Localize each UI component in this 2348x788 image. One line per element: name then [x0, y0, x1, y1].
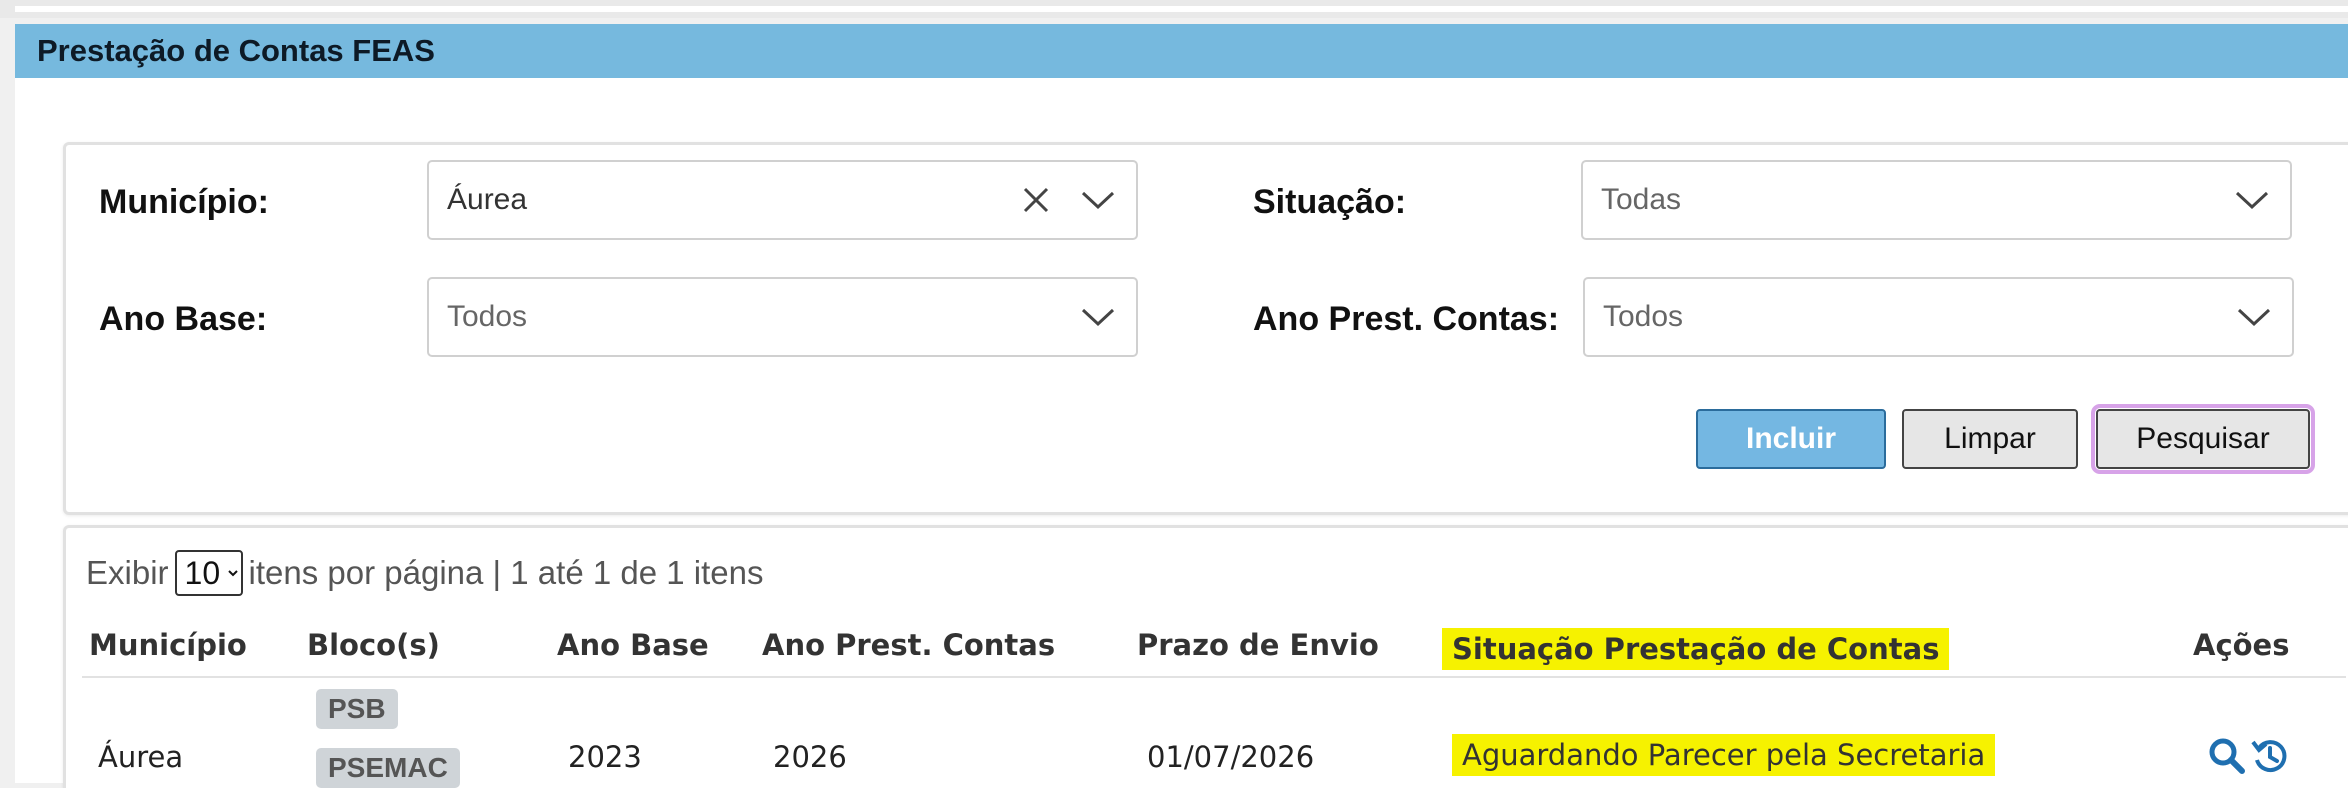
chevron-down-icon[interactable] — [1080, 306, 1116, 328]
top-strip-inner — [15, 6, 2348, 12]
pesquisar-button[interactable]: Pesquisar — [2091, 404, 2315, 474]
search-icon[interactable] — [2207, 736, 2247, 776]
column-header-blocos[interactable]: Bloco(s) — [307, 628, 440, 662]
page-title: Prestação de Contas FEAS — [37, 33, 435, 68]
pagination-prefix: Exibir — [86, 554, 169, 591]
bloco-badge: PSB — [316, 689, 398, 729]
ano-base-select[interactable]: Todos — [427, 277, 1138, 357]
limpar-button[interactable]: Limpar — [1902, 409, 2078, 469]
situacao-select-value: Todas — [1601, 183, 1682, 216]
situacao-select[interactable]: Todas — [1581, 160, 2292, 240]
page-content: Município: Áurea Situação: Todas Ano Bas… — [15, 78, 2348, 788]
ano-base-select-value: Todos — [447, 300, 528, 333]
pagination-summary: itens por página | 1 até 1 de 1 itens — [248, 554, 764, 591]
cell-ano-base: 2023 — [568, 740, 642, 774]
column-header-acoes: Ações — [2193, 628, 2290, 662]
municipio-label: Município: — [99, 183, 269, 221]
bloco-badge: PSEMAC — [316, 748, 460, 788]
column-header-ano-prest-contas[interactable]: Ano Prest. Contas — [762, 628, 1055, 662]
chevron-down-icon[interactable] — [2234, 189, 2270, 211]
clear-icon[interactable] — [1021, 185, 1051, 215]
cell-ano-prest-contas: 2026 — [773, 740, 847, 774]
results-panel: Exibir 10 itens por página | 1 até 1 de … — [63, 525, 2348, 788]
cell-prazo-envio: 01/07/2026 — [1147, 740, 1315, 774]
ano-base-label: Ano Base: — [99, 300, 268, 338]
column-header-municipio[interactable]: Município — [89, 628, 247, 662]
items-per-page-select[interactable]: 10 — [174, 550, 243, 596]
incluir-button[interactable]: Incluir — [1696, 409, 1886, 469]
municipio-select[interactable]: Áurea — [427, 160, 1138, 240]
situacao-label: Situação: — [1253, 183, 1407, 221]
cell-municipio: Áurea — [98, 740, 184, 774]
pagination-bar: Exibir 10 itens por página | 1 até 1 de … — [86, 550, 763, 596]
chevron-down-icon[interactable] — [2236, 306, 2272, 328]
column-header-prazo-envio[interactable]: Prazo de Envio — [1137, 628, 1379, 662]
chevron-down-icon[interactable] — [1080, 189, 1116, 211]
filters-panel: Município: Áurea Situação: Todas Ano Bas… — [63, 142, 2348, 515]
cell-situacao: Aguardando Parecer pela Secretaria — [1452, 734, 1996, 776]
header-divider — [82, 676, 2346, 678]
ano-prest-contas-label: Ano Prest. Contas: — [1253, 300, 1560, 338]
ano-prest-contas-select[interactable]: Todos — [1583, 277, 2294, 357]
municipio-select-value: Áurea — [447, 183, 528, 216]
ano-prest-contas-select-value: Todos — [1603, 300, 1684, 333]
column-header-ano-base[interactable]: Ano Base — [557, 628, 709, 662]
top-strip — [0, 0, 2348, 18]
page-header: Prestação de Contas FEAS — [15, 24, 2348, 78]
column-header-situacao[interactable]: Situação Prestação de Contas — [1442, 628, 1950, 670]
history-icon[interactable] — [2250, 736, 2290, 776]
